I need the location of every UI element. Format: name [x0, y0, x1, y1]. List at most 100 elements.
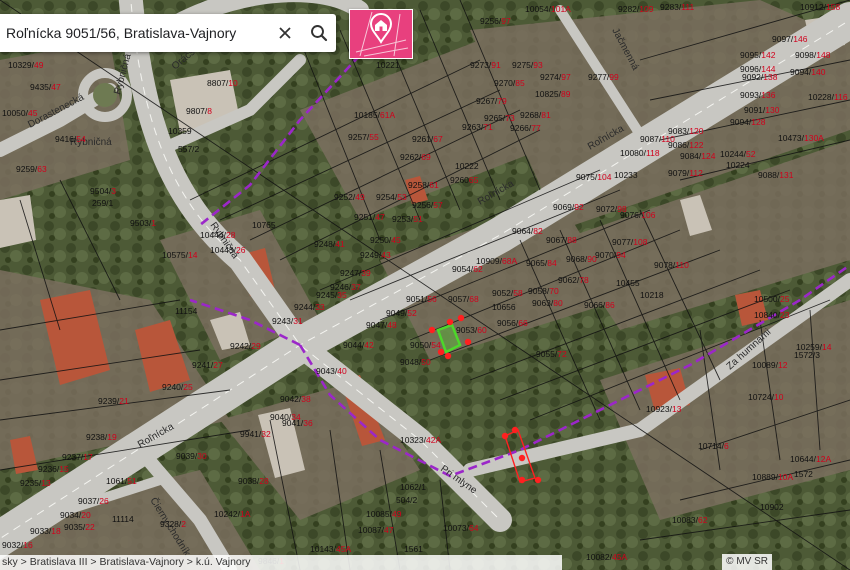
parcel-number-label[interactable]: 9034/20 — [60, 510, 91, 520]
parcel-number-label[interactable]: 9048/50 — [400, 357, 431, 367]
parcel-number-label[interactable]: 9268/81 — [520, 110, 551, 120]
parcel-number-label[interactable]: 9267/79 — [476, 96, 507, 106]
parcel-number-label[interactable]: 9261/67 — [412, 134, 443, 144]
parcel-number-label[interactable]: 9042/38 — [280, 394, 311, 404]
parcel-number-label[interactable]: 9435/47 — [30, 82, 61, 92]
parcel-number-label[interactable]: 9248/41 — [314, 239, 345, 249]
parcel-number-label[interactable]: 10359 — [168, 126, 192, 136]
parcel-number-label[interactable]: 9052/58 — [492, 288, 523, 298]
parcel-number-label[interactable]: 9065/84 — [526, 258, 557, 268]
parcel-number-label[interactable]: 9257/55 — [348, 132, 379, 142]
parcel-number-label[interactable]: 9263/71 — [462, 122, 493, 132]
parcel-number-label[interactable]: 1572 — [794, 469, 813, 479]
parcel-number-label[interactable]: 10714/6 — [698, 441, 729, 451]
parcel-number-label[interactable]: 8807/10 — [207, 78, 238, 88]
parcel-number-label[interactable]: 9091/130 — [744, 105, 780, 115]
parcel-number-label[interactable]: 10323/42A — [400, 435, 441, 445]
parcel-number-label[interactable]: 10185/61A — [354, 110, 395, 120]
parcel-number-label[interactable]: 9256/57 — [412, 200, 443, 210]
parcel-number-label[interactable]: 9077/108 — [612, 237, 648, 247]
parcel-number-label[interactable]: 9050/54 — [410, 340, 441, 350]
parcel-number-label[interactable]: 9066/86 — [584, 300, 615, 310]
parcel-number-label[interactable]: 9058/70 — [528, 286, 559, 296]
parcel-number-label[interactable]: 10080/118 — [620, 148, 660, 158]
parcel-number-label[interactable]: 9416/54 — [55, 134, 86, 144]
parcel-number-label[interactable]: 9249/43 — [360, 250, 391, 260]
parcel-number-label[interactable]: 10050/45 — [2, 108, 38, 118]
parcel-number-label[interactable]: 10455 — [616, 278, 640, 288]
parcel-number-label[interactable]: 9063/80 — [532, 298, 563, 308]
parcel-number-label[interactable]: 10724/10 — [748, 392, 784, 402]
parcel-number-label[interactable]: 557/2 — [178, 144, 200, 154]
parcel-number-label[interactable]: 9079/112 — [668, 168, 703, 178]
parcel-number-label[interactable]: 9253/51 — [392, 214, 423, 224]
parcel-number-label[interactable]: 9245/35 — [316, 290, 347, 300]
parcel-number-label[interactable]: 10083/62 — [672, 515, 708, 525]
parcel-number-label[interactable]: 9057/68 — [448, 294, 479, 304]
parcel-number-label[interactable]: 10087/47 — [358, 525, 394, 535]
parcel-number-label[interactable]: 9088/131 — [758, 170, 794, 180]
parcel-number-label[interactable]: 9274/97 — [540, 72, 571, 82]
parcel-number-label[interactable]: 9068/90 — [566, 254, 597, 264]
parcel-number-label[interactable]: 9041/36 — [282, 418, 313, 428]
parcel-number-label[interactable]: 10575/14 — [162, 250, 198, 260]
parcel-number-label[interactable]: 10089/12 — [752, 360, 788, 370]
parcel-number-label[interactable]: 9247/39 — [340, 268, 371, 278]
parcel-number-label[interactable]: 9283/111 — [660, 2, 694, 12]
parcel-number-label[interactable]: 10082/45A — [586, 552, 627, 562]
parcel-number-label[interactable]: 9051/56 — [406, 294, 437, 304]
parcel-number-label[interactable]: 9941/32 — [240, 429, 271, 439]
parcel-number-label[interactable]: 11114 — [112, 514, 134, 524]
parcel-number-label[interactable]: 9282/109 — [618, 4, 654, 14]
search-button[interactable] — [302, 14, 336, 52]
parcel-number-label[interactable]: 9241/27 — [192, 360, 223, 370]
parcel-number-label[interactable]: 9238/19 — [86, 432, 117, 442]
parcel-number-label[interactable]: 1061/51 — [106, 476, 137, 486]
parcel-number-label[interactable]: 10443/26 — [210, 245, 246, 255]
parcel-number-label[interactable]: 9250/45 — [370, 235, 401, 245]
parcel-number-label[interactable]: 1561 — [404, 544, 423, 554]
parcel-number-label[interactable]: 9258/61 — [408, 180, 439, 190]
parcel-number-label[interactable]: 9235/13 — [20, 478, 51, 488]
parcel-number-label[interactable]: 10085/49 — [366, 509, 402, 519]
parcel-number-label[interactable]: 259/1 — [92, 198, 114, 208]
parcel-number-label[interactable]: 9236/15 — [38, 464, 69, 474]
parcel-number-label[interactable]: 10143/45A — [310, 544, 351, 554]
parcel-number-label[interactable]: 11154 — [175, 306, 198, 316]
parcel-number-label[interactable]: 9098/148 — [795, 50, 831, 60]
parcel-number-label[interactable]: 10912/158 — [800, 2, 840, 12]
parcel-number-label[interactable]: 9270/85 — [494, 78, 525, 88]
parcel-number-label[interactable]: 10054/101A — [525, 4, 571, 14]
parcel-number-label[interactable]: 9064/82 — [512, 226, 543, 236]
search-bar[interactable]: Roľnícka 9051/56, Bratislava-Vajnory — [0, 14, 336, 52]
parcel-number-label[interactable]: 9093/136 — [740, 90, 776, 100]
parcel-number-label[interactable]: 10221 — [376, 60, 400, 70]
parcel-number-label[interactable]: 9256/97 — [480, 16, 511, 26]
app-logo-button[interactable] — [349, 9, 413, 59]
parcel-number-label[interactable]: 10473/130A — [778, 133, 824, 143]
parcel-number-label[interactable]: 1572/3 — [794, 350, 820, 360]
parcel-number-label[interactable]: 9067/88 — [546, 235, 577, 245]
search-input[interactable]: Roľnícka 9051/56, Bratislava-Vajnory — [0, 25, 268, 41]
parcel-number-label[interactable]: 9240/25 — [162, 382, 193, 392]
parcel-number-label[interactable]: 504/2 — [396, 495, 418, 505]
parcel-number-label[interactable]: 9075/104 — [576, 172, 612, 182]
parcel-number-label[interactable]: 10224 — [726, 160, 750, 170]
parcel-number-label[interactable]: 10902 — [760, 502, 784, 512]
parcel-number-label[interactable]: 9094/128 — [730, 117, 766, 127]
parcel-number-label[interactable]: 9043/40 — [316, 366, 347, 376]
parcel-number-label[interactable]: 9056/66 — [497, 318, 528, 328]
parcel-number-label[interactable]: 9069/92 — [553, 202, 584, 212]
parcel-number-label[interactable]: 10765 — [252, 220, 276, 230]
parcel-number-label[interactable]: 9084/124 — [680, 151, 716, 161]
parcel-number-label[interactable]: 10218 — [640, 290, 664, 300]
parcel-number-label[interactable]: 926065 — [450, 175, 479, 185]
parcel-number-label[interactable]: 9277/99 — [588, 72, 619, 82]
parcel-number-label[interactable]: 9095/142 — [740, 50, 776, 60]
parcel-number-label[interactable]: 9055/72 — [536, 349, 567, 359]
parcel-number-label[interactable]: 9259/63 — [16, 164, 47, 174]
parcel-number-label[interactable]: 9039/30 — [176, 451, 207, 461]
parcel-number-label[interactable]: 10073/64 — [443, 523, 479, 533]
parcel-number-label[interactable]: 9062/78 — [558, 275, 589, 285]
parcel-number-label[interactable]: 9092/138 — [742, 72, 778, 82]
